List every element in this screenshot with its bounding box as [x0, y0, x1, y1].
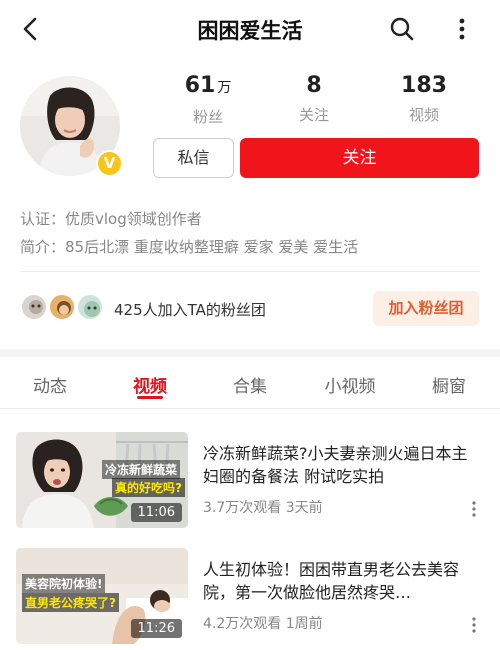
- following-label: 关注: [298, 106, 329, 124]
- fan-avatar: [48, 293, 76, 321]
- join-fan-group-button[interactable]: 加入粉丝团: [373, 291, 479, 326]
- stat-following[interactable]: 8 关注: [274, 72, 354, 125]
- followers-count: 61: [184, 73, 216, 98]
- following-count: 8: [306, 73, 322, 98]
- thumb-caption-line1: 美容院初体验!: [22, 574, 106, 593]
- stat-videos[interactable]: 183 视频: [384, 72, 464, 125]
- video-duration: 11:06: [130, 503, 182, 522]
- more-dots-icon[interactable]: [471, 500, 477, 518]
- back-arrow-icon[interactable]: [16, 14, 46, 44]
- section-separator: [0, 349, 500, 357]
- tab-videos[interactable]: 视频: [110, 372, 190, 397]
- fan-avatar: [76, 293, 104, 321]
- search-icon[interactable]: [388, 15, 416, 43]
- videos-label: 视频: [408, 106, 439, 124]
- top-nav-bar: 困困爱生活: [0, 0, 500, 58]
- thumb-caption-line2: 真的好吃吗?: [112, 478, 185, 497]
- content-tabs: 动态 视频 合集 小视频 橱窗: [0, 357, 500, 409]
- message-button[interactable]: 私信: [153, 138, 234, 178]
- tab-collections[interactable]: 合集: [210, 372, 290, 397]
- stat-followers[interactable]: 61 万 粉丝: [168, 72, 248, 127]
- video-duration: 11:26: [130, 619, 182, 638]
- tab-short-videos[interactable]: 小视频: [310, 372, 390, 397]
- followers-unit: 万: [217, 80, 232, 96]
- tab-dynamic[interactable]: 动态: [10, 372, 90, 397]
- fan-avatar: [20, 293, 48, 321]
- videos-count: 183: [401, 73, 447, 98]
- thumb-caption-line1: 冷冻新鲜蔬菜: [102, 460, 181, 479]
- more-dots-icon[interactable]: [471, 616, 477, 634]
- page-title: 困困爱生活: [197, 19, 303, 43]
- bio-text: 简介：85后北漂 重度收纳整理癖 爱家 爱美 爱生活: [20, 238, 359, 256]
- video-title[interactable]: 冷冻新鲜蔬菜?小夫妻亲测火遍日本主妇圈的备餐法 附试吃实拍: [203, 442, 475, 488]
- certification-text: 认证：优质vlog领域创作者: [20, 210, 202, 228]
- verified-v-icon: V: [96, 150, 123, 177]
- video-meta: 3.7万次观看 3天前: [203, 500, 323, 516]
- more-vertical-icon[interactable]: [452, 15, 472, 43]
- follow-button[interactable]: 关注: [240, 138, 479, 178]
- video-item[interactable]: 冷冻新鲜蔬菜 真的好吃吗? 11:06 冷冻新鲜蔬菜?小夫妻亲测火遍日本主妇圈的…: [16, 432, 486, 528]
- video-meta: 4.2万次观看 1周前: [203, 616, 323, 632]
- active-tab-indicator: [137, 396, 163, 399]
- fan-group-text[interactable]: 425人加入TA的粉丝团: [114, 299, 266, 320]
- video-thumbnail[interactable]: 冷冻新鲜蔬菜 真的好吃吗? 11:06: [16, 432, 188, 528]
- video-title[interactable]: 人生初体验！困困带直男老公去美容院，第一次做脸他居然疼哭…: [203, 558, 475, 604]
- video-thumbnail[interactable]: 美容院初体验! 直男老公疼哭了? 11:26: [16, 548, 188, 644]
- fan-avatar-stack: [20, 293, 110, 323]
- tab-showcase[interactable]: 橱窗: [409, 372, 489, 397]
- video-item[interactable]: 美容院初体验! 直男老公疼哭了? 11:26 人生初体验！困困带直男老公去美容院…: [16, 548, 486, 644]
- divider: [20, 271, 480, 272]
- thumb-caption-line2: 直男老公疼哭了?: [22, 593, 119, 612]
- followers-label: 粉丝: [192, 108, 223, 126]
